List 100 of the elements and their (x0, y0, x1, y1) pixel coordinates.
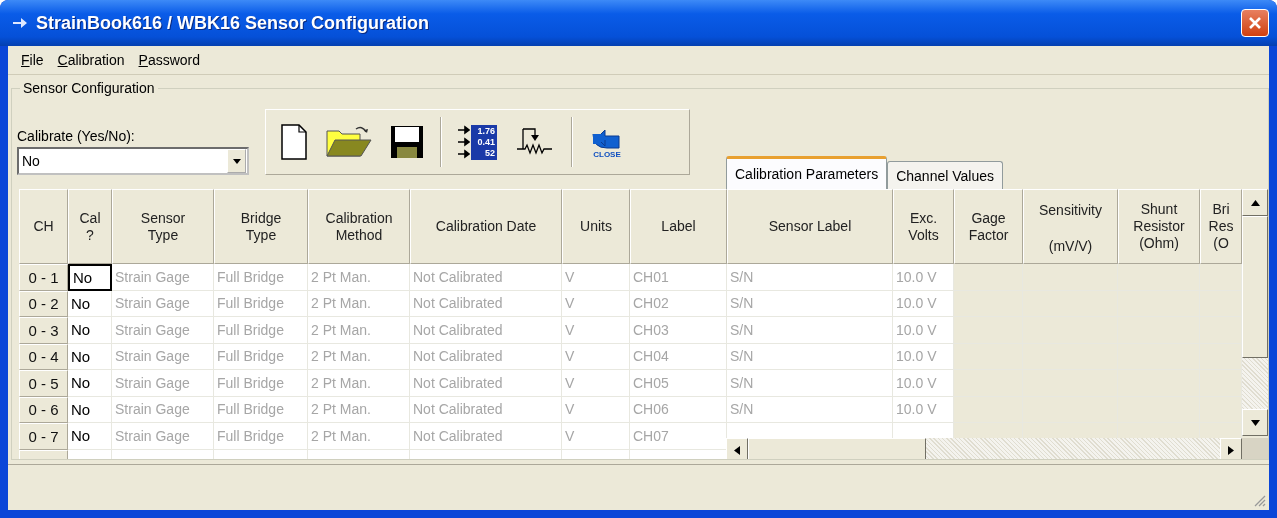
table-cell: V (562, 423, 630, 450)
horizontal-scrollbar[interactable] (726, 438, 1242, 459)
column-header[interactable]: Bri Res (O (1200, 189, 1242, 264)
table-cell: Full Bridge (214, 423, 308, 450)
table-cell[interactable]: No (68, 317, 112, 344)
table-cell[interactable]: No (68, 343, 112, 370)
table-cell: S/N (727, 396, 893, 423)
menu-item[interactable]: Calibration (57, 52, 125, 68)
tab[interactable]: Channel Values (887, 161, 1003, 189)
document-icon (280, 124, 308, 160)
row-header[interactable]: 0 - 7 (19, 423, 68, 450)
table-cell (1200, 264, 1242, 291)
table-cell: Strain Gage (112, 317, 214, 344)
table-cell (1200, 396, 1242, 423)
table-cell (954, 343, 1023, 370)
table-cell: CH06 (630, 396, 727, 423)
scroll-up-icon (1250, 199, 1260, 206)
table-cell: 10.0 V (893, 343, 954, 370)
table-cell[interactable]: No (68, 264, 112, 291)
table-cell: Not Calibrated (410, 264, 562, 291)
column-header[interactable]: Label (630, 189, 727, 264)
table-cell: V (562, 370, 630, 397)
table-cell[interactable]: No (68, 290, 112, 317)
table-cell: CH01 (630, 264, 727, 291)
table-cell: Not Calibrated (410, 317, 562, 344)
column-header[interactable]: Cal ? (68, 189, 112, 264)
calibrate-label: Calibrate (Yes/No): (17, 128, 136, 144)
table-cell (954, 317, 1023, 344)
tab[interactable]: Calibration Parameters (726, 156, 888, 189)
table-cell: Not Calibrated (410, 423, 562, 450)
table-cell: 2 Pt Man. (308, 343, 410, 370)
table-cell: Not Calibrated (410, 370, 562, 397)
table-cell: 10.0 V (893, 396, 954, 423)
group-title: Sensor Configuration (20, 80, 158, 96)
table-cell: CH05 (630, 370, 727, 397)
table-cell: Strain Gage (112, 370, 214, 397)
column-header[interactable]: Sensor Label (727, 189, 893, 264)
row-header[interactable]: 0 - 3 (19, 317, 68, 344)
resize-grip-icon[interactable] (1254, 495, 1266, 507)
vertical-scrollbar[interactable] (1242, 189, 1268, 436)
close-icon (1247, 15, 1263, 31)
table-cell: Full Bridge (214, 264, 308, 291)
table-cell (1200, 317, 1242, 344)
table-cell (954, 396, 1023, 423)
column-header[interactable]: CH (19, 189, 68, 264)
table-cell: S/N (727, 264, 893, 291)
table-cell: Not Calibrated (410, 290, 562, 317)
table-cell: 2 Pt Man. (308, 370, 410, 397)
table-cell: 10.0 V (893, 370, 954, 397)
table-cell: CH04 (630, 343, 727, 370)
table-cell: Strain Gage (112, 264, 214, 291)
save-button[interactable] (388, 123, 426, 161)
column-header[interactable]: Sensitivity (mV/V) (1023, 189, 1118, 264)
row-header[interactable]: 0 - 5 (19, 370, 68, 397)
scroll-left-icon (734, 446, 740, 455)
column-header[interactable]: Calibration Date (410, 189, 562, 264)
table-cell: 2 Pt Man. (308, 317, 410, 344)
table-cell: Strain Gage (112, 423, 214, 450)
table-cell: Not Calibrated (410, 343, 562, 370)
table-cell: V (562, 317, 630, 344)
folder-icon (326, 125, 372, 159)
table-cell: Full Bridge (214, 343, 308, 370)
table-cell: Full Bridge (214, 396, 308, 423)
table-cell: Full Bridge (214, 370, 308, 397)
arrow-icon (12, 17, 28, 29)
table-cell (1200, 290, 1242, 317)
column-header[interactable]: Bridge Type (214, 189, 308, 264)
table-cell: CH03 (630, 317, 727, 344)
column-header[interactable]: Gage Factor (954, 189, 1023, 264)
column-header[interactable]: Units (562, 189, 630, 264)
table-cell (954, 290, 1023, 317)
row-header[interactable]: 0 - 4 (19, 343, 68, 370)
menu-item[interactable]: Password (138, 52, 200, 68)
table-cell[interactable]: No (68, 396, 112, 423)
table-cell: 10.0 V (893, 317, 954, 344)
row-header[interactable]: 0 - 6 (19, 396, 68, 423)
row-header[interactable]: 0 - 1 (19, 264, 68, 291)
column-header[interactable]: Exc. Volts (893, 189, 954, 264)
column-header[interactable]: Shunt Resistor (Ohm) (1118, 189, 1200, 264)
table-cell: S/N (727, 317, 893, 344)
table-cell: S/N (727, 290, 893, 317)
table-cell[interactable]: No (68, 370, 112, 397)
column-header[interactable]: Calibration Method (308, 189, 410, 264)
new-file-button[interactable] (278, 122, 310, 162)
row-header[interactable]: 0 - 2 (19, 290, 68, 317)
scroll-right-icon (1228, 446, 1234, 455)
calibrate-dropdown[interactable]: No (17, 147, 249, 175)
column-header[interactable]: Sensor Type (112, 189, 214, 264)
table-cell[interactable]: No (68, 423, 112, 450)
table-cell: Strain Gage (112, 290, 214, 317)
menu-item[interactable]: File (21, 52, 44, 68)
table-cell: 2 Pt Man. (308, 396, 410, 423)
dropdown-arrow-icon (232, 158, 241, 164)
table-cell: V (562, 290, 630, 317)
close-button[interactable]: CLOSE (587, 123, 627, 161)
close-button[interactable] (1241, 9, 1269, 37)
table-cell (954, 264, 1023, 291)
table-cell: 2 Pt Man. (308, 264, 410, 291)
table-cell (1200, 343, 1242, 370)
table-cell: Strain Gage (112, 396, 214, 423)
